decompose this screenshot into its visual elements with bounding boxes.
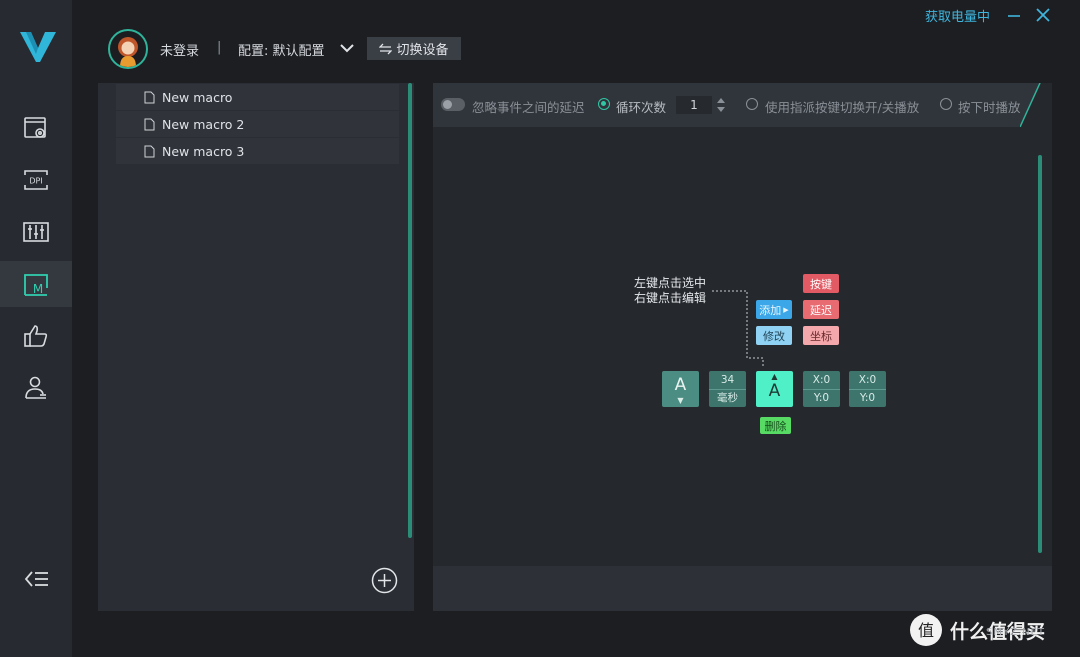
list-item[interactable]: New macro	[116, 84, 399, 110]
avatar-icon	[118, 37, 138, 67]
chevron-down-icon[interactable]	[338, 40, 356, 56]
event-coordinate[interactable]: X:0 Y:0	[849, 371, 886, 407]
toggle-key-radio[interactable]	[746, 98, 758, 110]
editor-hint: 左键点击选中 右键点击编辑	[634, 276, 706, 306]
key-down-icon: ▼	[677, 396, 684, 405]
loop-count-stepper[interactable]	[716, 96, 726, 114]
document-icon	[144, 145, 155, 157]
add-coordinate-button[interactable]: 坐标	[803, 326, 839, 345]
add-key-button[interactable]: 按键	[803, 274, 839, 293]
swap-icon	[379, 43, 393, 54]
add-label: 添加	[759, 303, 782, 317]
hint-left-click: 左键点击选中	[634, 276, 707, 290]
event-key-up-selected[interactable]: ▲ A	[756, 371, 793, 407]
equalizer-icon	[23, 222, 49, 242]
close-icon[interactable]	[1034, 6, 1052, 24]
add-menu-button[interactable]: 添加 ▶	[756, 300, 792, 319]
delay-unit: 毫秒	[717, 392, 738, 404]
delay-value: 34	[709, 371, 746, 390]
login-status[interactable]: 未登录	[160, 40, 199, 59]
toggle-key-label: 使用指派按键切换开/关播放	[765, 100, 920, 115]
macro-list-panel: New macro New macro 2 New macro 3	[98, 83, 414, 611]
dpi-label: DPI	[29, 177, 42, 186]
svg-text:值: 值	[918, 621, 934, 640]
loop-count-input[interactable]: 1	[676, 96, 712, 114]
editor-footer	[433, 566, 1052, 611]
sidebar-item-account[interactable]	[0, 365, 72, 411]
macro-name: New macro 2	[162, 116, 245, 132]
toolbar-accent	[1020, 83, 1052, 127]
event-key-label: A	[768, 381, 781, 401]
avatar[interactable]	[108, 29, 148, 69]
editor-scrollbar[interactable]	[1038, 155, 1042, 553]
dpi-icon: DPI	[24, 170, 48, 190]
macro-name: New macro 3	[162, 143, 245, 159]
device-settings-icon	[24, 117, 46, 138]
add-macro-button[interactable]	[371, 567, 398, 594]
sidebar-item-macro[interactable]: M	[0, 261, 72, 307]
ignore-delay-label: 忽略事件之间的延迟	[472, 100, 585, 115]
coord-y: Y:0	[813, 392, 830, 404]
document-icon	[144, 91, 155, 103]
document-icon	[144, 118, 155, 130]
event-coordinate[interactable]: X:0 Y:0	[803, 371, 840, 407]
header-separator: |	[217, 40, 222, 55]
thumbs-up-icon	[24, 325, 48, 347]
sidebar-item-recommend[interactable]	[0, 313, 72, 359]
ignore-delay-toggle[interactable]	[441, 98, 465, 111]
macro-list-scrollbar[interactable]	[408, 83, 412, 538]
event-delay[interactable]: 34 毫秒	[709, 371, 746, 407]
sidebar-item-device-settings[interactable]	[0, 105, 72, 151]
collapse-sidebar-icon[interactable]	[24, 566, 50, 592]
hint-right-click: 右键点击编辑	[634, 291, 707, 305]
modify-button[interactable]: 修改	[756, 326, 792, 345]
caret-right-icon: ▶	[783, 305, 789, 314]
macro-icon: M	[24, 274, 48, 296]
user-icon	[25, 376, 46, 399]
event-key-label: A	[674, 375, 687, 395]
watermark-logo: 值	[910, 614, 942, 646]
loop-count-label: 循环次数	[616, 100, 667, 115]
coord-y: Y:0	[859, 392, 876, 404]
watermark-site: SMYZ.NET	[986, 627, 1046, 638]
macro-label: M	[33, 282, 43, 296]
hold-play-radio[interactable]	[940, 98, 952, 110]
battery-status: 获取电量中	[925, 10, 991, 25]
loop-count-radio[interactable]	[598, 98, 610, 110]
switch-device-button[interactable]: 切换设备	[367, 37, 461, 60]
minimize-icon[interactable]	[1006, 8, 1022, 24]
app-logo	[20, 32, 56, 62]
sidebar-item-dpi[interactable]: DPI	[0, 157, 72, 203]
coord-x: X:0	[849, 371, 886, 390]
list-item[interactable]: New macro 2	[116, 111, 399, 137]
profile-selector[interactable]: 配置: 默认配置	[238, 40, 325, 59]
list-item[interactable]: New macro 3	[116, 138, 399, 164]
hold-play-label: 按下时播放	[958, 100, 1021, 115]
sidebar-item-equalizer[interactable]	[0, 209, 72, 255]
event-key-down[interactable]: A ▼	[662, 371, 699, 407]
key-up-icon: ▲	[771, 372, 778, 381]
add-delay-button[interactable]: 延迟	[803, 300, 839, 319]
macro-name: New macro	[162, 89, 233, 105]
delete-button[interactable]: 删除	[760, 417, 791, 434]
sidebar: DPI M	[0, 0, 72, 657]
switch-device-label: 切换设备	[396, 43, 449, 58]
coord-x: X:0	[803, 371, 840, 390]
